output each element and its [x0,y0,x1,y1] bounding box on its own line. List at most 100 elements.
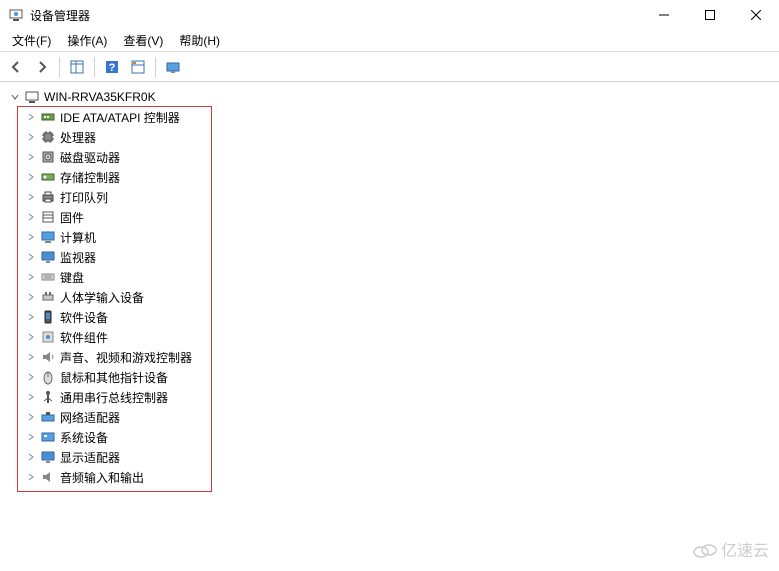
tree-node[interactable]: 显示适配器 [0,447,779,467]
minimize-button[interactable] [641,0,687,30]
tree-node[interactable]: 软件组件 [0,327,779,347]
tree-node[interactable]: 固件 [0,207,779,227]
chevron-right-icon[interactable] [24,210,38,224]
tree-node[interactable]: 键盘 [0,267,779,287]
scan-hardware-button[interactable] [161,55,185,79]
chevron-right-icon[interactable] [24,470,38,484]
menubar: 文件(F) 操作(A) 查看(V) 帮助(H) [0,30,779,52]
keyboard-icon [40,269,56,285]
svg-text:?: ? [109,62,116,74]
tree-node[interactable]: 打印队列 [0,187,779,207]
tree-node-label: 网络适配器 [60,409,120,426]
close-button[interactable] [733,0,779,30]
titlebar: 设备管理器 [0,0,779,30]
menu-view[interactable]: 查看(V) [115,30,171,51]
disk-icon [40,149,56,165]
tree-node[interactable]: 人体学输入设备 [0,287,779,307]
tree-node-label: 打印队列 [60,189,108,206]
tree-node[interactable]: 处理器 [0,127,779,147]
forward-button[interactable] [30,55,54,79]
help-button[interactable]: ? [100,55,124,79]
tree-node-label: 通用串行总线控制器 [60,389,168,406]
chevron-right-icon[interactable] [24,130,38,144]
toolbar-separator [59,57,60,77]
watermark: 亿速云 [693,537,769,561]
chevron-right-icon[interactable] [24,330,38,344]
tree-node[interactable]: 计算机 [0,227,779,247]
tree-node[interactable]: 磁盘驱动器 [0,147,779,167]
component-icon [40,329,56,345]
chevron-right-icon[interactable] [24,250,38,264]
sound-icon [40,349,56,365]
tree-node[interactable]: IDE ATA/ATAPI 控制器 [0,107,779,127]
tree-node[interactable]: 系统设备 [0,427,779,447]
tree-node[interactable]: 存储控制器 [0,167,779,187]
tree-node-label: IDE ATA/ATAPI 控制器 [60,109,180,126]
back-button[interactable] [4,55,28,79]
chevron-right-icon[interactable] [24,170,38,184]
chevron-right-icon[interactable] [24,290,38,304]
chevron-right-icon[interactable] [24,110,38,124]
cpu-icon [40,129,56,145]
toolbar: ? [0,52,779,82]
chevron-right-icon[interactable] [24,350,38,364]
printer-icon [40,189,56,205]
menu-help[interactable]: 帮助(H) [171,30,228,51]
usb-icon [40,389,56,405]
device-tree: WIN-RRVA35KFR0K IDE ATA/ATAPI 控制器处理器磁盘驱动… [0,83,779,571]
tree-node-label: 磁盘驱动器 [60,149,120,166]
show-hide-button[interactable] [65,55,89,79]
tree-node[interactable]: 软件设备 [0,307,779,327]
chevron-right-icon[interactable] [24,370,38,384]
maximize-button[interactable] [687,0,733,30]
tree-node[interactable]: 鼠标和其他指针设备 [0,367,779,387]
tree-node-label: 系统设备 [60,429,108,446]
tree-node-label: 显示适配器 [60,449,120,466]
watermark-text: 亿速云 [721,537,769,561]
system-icon [40,429,56,445]
tree-node-label: 软件组件 [60,329,108,346]
tree-node-label: 计算机 [60,229,96,246]
tree-node[interactable]: 监视器 [0,247,779,267]
tree-node-label: 处理器 [60,129,96,146]
tree-node[interactable]: 通用串行总线控制器 [0,387,779,407]
mouse-icon [40,369,56,385]
tree-node-label: 鼠标和其他指针设备 [60,369,168,386]
tree-node-label: 声音、视频和游戏控制器 [60,349,192,366]
computer-icon [40,229,56,245]
tree-node-label: 固件 [60,209,84,226]
app-icon [8,7,24,23]
tree-node[interactable]: 声音、视频和游戏控制器 [0,347,779,367]
display-icon [40,449,56,465]
tree-node-label: 人体学输入设备 [60,289,144,306]
computer-icon [24,89,40,105]
chevron-right-icon[interactable] [24,410,38,424]
properties-button[interactable] [126,55,150,79]
hid-icon [40,289,56,305]
tree-node[interactable]: 网络适配器 [0,407,779,427]
network-icon [40,409,56,425]
menu-action[interactable]: 操作(A) [59,30,115,51]
chevron-right-icon[interactable] [24,310,38,324]
chevron-right-icon[interactable] [24,270,38,284]
chevron-right-icon[interactable] [24,190,38,204]
audio-icon [40,469,56,485]
tree-node[interactable]: 音频输入和输出 [0,467,779,487]
chevron-right-icon[interactable] [24,150,38,164]
tree-root[interactable]: WIN-RRVA35KFR0K [0,87,779,107]
tree-node-label: 键盘 [60,269,84,286]
storage-icon [40,169,56,185]
tree-node-label: 软件设备 [60,309,108,326]
tree-node-label: 存储控制器 [60,169,120,186]
toolbar-separator [94,57,95,77]
chevron-right-icon[interactable] [24,430,38,444]
menu-file[interactable]: 文件(F) [4,30,59,51]
chevron-right-icon[interactable] [24,450,38,464]
controller-icon [40,109,56,125]
chevron-right-icon[interactable] [24,230,38,244]
toolbar-separator [155,57,156,77]
monitor-icon [40,249,56,265]
chevron-down-icon[interactable] [8,90,22,104]
chevron-right-icon[interactable] [24,390,38,404]
firmware-icon [40,209,56,225]
